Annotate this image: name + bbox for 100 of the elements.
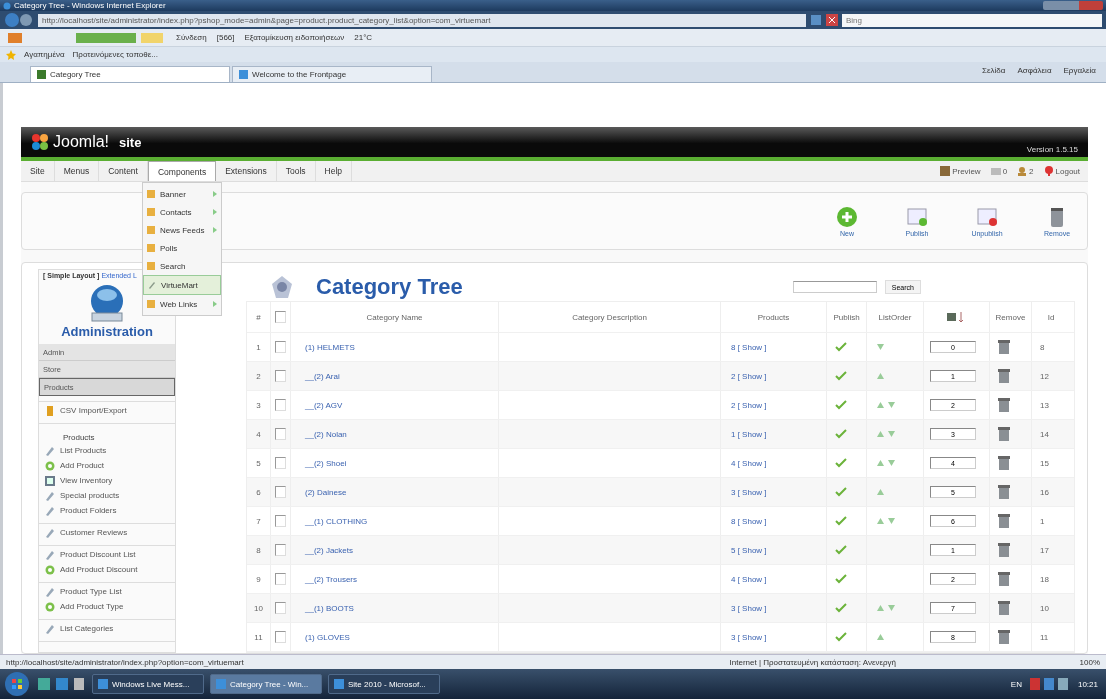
- trash-icon[interactable]: [998, 456, 1010, 470]
- row-checkbox[interactable]: [275, 457, 286, 469]
- row-checkbox[interactable]: [275, 631, 286, 643]
- favorites-button[interactable]: Αγαπημένα: [24, 50, 65, 59]
- products-link[interactable]: 4 [ Show ]: [731, 574, 767, 584]
- move-up-icon[interactable]: [877, 431, 884, 437]
- suggested-sites-link[interactable]: Προτεινόμενες τοποθε...: [72, 50, 158, 59]
- sidebar-link[interactable]: Add Product: [39, 458, 175, 473]
- trash-icon[interactable]: [998, 485, 1010, 499]
- row-checkbox[interactable]: [275, 486, 286, 498]
- products-link[interactable]: 1 [ Show ]: [731, 429, 767, 439]
- row-checkbox[interactable]: [275, 602, 286, 614]
- sidebar-link[interactable]: Add Product Type: [39, 599, 175, 614]
- category-link[interactable]: __(1) BOOTS: [305, 603, 354, 613]
- products-link[interactable]: 5 [ Show ]: [731, 545, 767, 555]
- category-link[interactable]: __(2) Arai: [305, 371, 340, 381]
- search-field[interactable]: [792, 281, 877, 293]
- column-header[interactable]: Id: [1032, 302, 1070, 332]
- menu-item[interactable]: Content: [99, 161, 148, 181]
- column-header[interactable]: #: [247, 302, 271, 332]
- category-link[interactable]: (1) HELMETS: [305, 342, 355, 352]
- trash-icon[interactable]: [998, 601, 1010, 615]
- command-menu[interactable]: Σελίδα: [982, 65, 1006, 75]
- products-link[interactable]: 2 [ Show ]: [731, 371, 767, 381]
- move-up-icon[interactable]: [877, 489, 884, 495]
- taskbar-button[interactable]: Category Tree - Win...: [210, 674, 322, 694]
- row-checkbox[interactable]: [275, 544, 286, 556]
- move-up-icon[interactable]: [877, 460, 884, 466]
- products-link[interactable]: 3 [ Show ]: [731, 603, 767, 613]
- menu-item[interactable]: VirtueMart: [143, 275, 221, 295]
- window-controls[interactable]: [1043, 1, 1103, 10]
- row-checkbox[interactable]: [275, 515, 286, 527]
- row-checkbox[interactable]: [275, 370, 286, 382]
- command-menu[interactable]: Ασφάλεια: [1017, 65, 1052, 75]
- category-link[interactable]: __(2) Nolan: [305, 429, 347, 439]
- move-down-icon[interactable]: [888, 402, 895, 408]
- trash-icon[interactable]: [998, 572, 1010, 586]
- column-header[interactable]: Category Description: [499, 302, 721, 332]
- trash-icon[interactable]: [998, 514, 1010, 528]
- sidebar-link[interactable]: Customer Reviews: [39, 525, 175, 540]
- category-link[interactable]: __(2) AGV: [305, 400, 343, 410]
- toolbar-link[interactable]: Σύνδεση: [176, 33, 207, 42]
- column-header[interactable]: Category Name: [291, 302, 499, 332]
- row-checkbox[interactable]: [275, 428, 286, 440]
- trash-icon[interactable]: [998, 369, 1010, 383]
- sidebar-link[interactable]: Add Product Discount: [39, 562, 175, 577]
- move-down-icon[interactable]: [877, 344, 884, 350]
- menu-item[interactable]: Components: [147, 161, 217, 181]
- messages-link[interactable]: 0: [990, 166, 1008, 176]
- category-link[interactable]: (2) Dainese: [305, 487, 347, 497]
- move-up-icon[interactable]: [877, 605, 884, 611]
- sidebar-link[interactable]: View Inventory: [39, 473, 175, 488]
- menu-item[interactable]: Contacts: [143, 203, 221, 221]
- move-up-icon[interactable]: [877, 634, 884, 640]
- column-header[interactable]: ListOrder: [867, 302, 924, 332]
- column-header[interactable]: Products: [721, 302, 827, 332]
- search-field[interactable]: Bing: [842, 13, 1102, 27]
- products-link[interactable]: 3 [ Show ]: [731, 487, 767, 497]
- preview-link[interactable]: Preview: [940, 166, 981, 176]
- products-link[interactable]: 2 [ Show ]: [731, 400, 767, 410]
- trash-icon[interactable]: [998, 543, 1010, 557]
- column-header[interactable]: Publish: [827, 302, 867, 332]
- select-all-checkbox[interactable]: [275, 311, 286, 323]
- menu-item[interactable]: Help: [315, 161, 353, 181]
- category-link[interactable]: __(2) Trousers: [305, 574, 358, 584]
- command-menu[interactable]: Εργαλεία: [1063, 65, 1096, 75]
- trash-icon[interactable]: [998, 398, 1010, 412]
- sidebar-link[interactable]: Special products: [39, 488, 175, 503]
- products-link[interactable]: 3 [ Show ]: [731, 632, 767, 642]
- language-indicator[interactable]: EN: [1010, 679, 1022, 689]
- browser-tab[interactable]: Category Tree: [30, 66, 230, 82]
- toolbar-link[interactable]: [566]: [216, 33, 235, 42]
- sidebar-link[interactable]: List Products: [39, 443, 175, 458]
- move-down-icon[interactable]: [888, 605, 895, 611]
- move-down-icon[interactable]: [888, 460, 895, 466]
- column-header[interactable]: Remove: [990, 302, 1032, 332]
- menu-item[interactable]: Site: [21, 161, 55, 181]
- menu-item[interactable]: Extensions: [216, 161, 277, 181]
- move-down-icon[interactable]: [888, 431, 895, 437]
- taskbar-button[interactable]: Site 2010 - Microsof...: [328, 674, 440, 694]
- menu-item[interactable]: Polls: [143, 239, 221, 257]
- logout-link[interactable]: Logout: [1043, 166, 1080, 176]
- row-checkbox[interactable]: [275, 573, 286, 585]
- taskbar-button[interactable]: Windows Live Mess...: [92, 674, 204, 694]
- sidebar-link[interactable]: Product Discount List: [39, 547, 175, 562]
- sidebar-link[interactable]: Product Folders: [39, 503, 175, 518]
- sidebar-link[interactable]: CSV Import/Export: [39, 403, 175, 418]
- products-link[interactable]: 8 [ Show ]: [731, 342, 767, 352]
- trash-icon[interactable]: [998, 630, 1010, 644]
- category-link[interactable]: (1) GLOVES: [305, 632, 350, 642]
- zoom-control[interactable]: 100%: [1079, 657, 1100, 667]
- menu-item[interactable]: Menus: [54, 161, 100, 181]
- menu-item[interactable]: News Feeds: [143, 221, 221, 239]
- menu-item[interactable]: Banner: [143, 185, 221, 203]
- category-link[interactable]: __(1) CLOTHING: [305, 516, 368, 526]
- sidebar-link[interactable]: List Categories: [39, 621, 175, 636]
- move-up-icon[interactable]: [877, 373, 884, 379]
- category-link[interactable]: __(2) Jackets: [305, 545, 354, 555]
- products-link[interactable]: 4 [ Show ]: [731, 458, 767, 468]
- move-up-icon[interactable]: [877, 518, 884, 524]
